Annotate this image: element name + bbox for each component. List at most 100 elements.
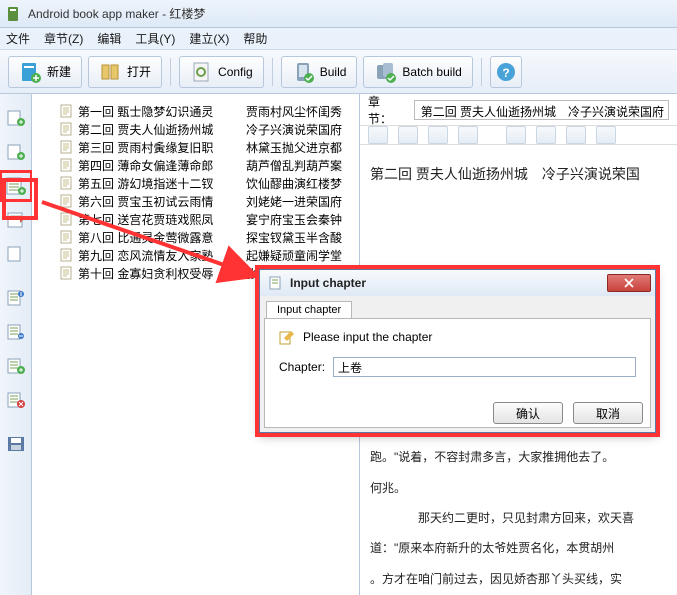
page-icon — [60, 158, 74, 172]
menu-build[interactable]: 建立(X) — [189, 30, 229, 47]
tree-col1: 第二回 贾夫人仙逝扬州城 — [78, 121, 246, 138]
side-tool-6-icon[interactable] — [5, 288, 27, 308]
body-heading: 第二回 贾夫人仙逝扬州城 冷子兴演说荣国 — [370, 163, 667, 187]
page-icon — [60, 140, 74, 154]
open-icon — [99, 61, 121, 83]
close-icon — [624, 278, 634, 288]
tree-col2: 冷子兴演说荣国府 — [246, 121, 342, 138]
side-tool-4-icon[interactable] — [5, 210, 27, 230]
toolbar-separator — [272, 58, 273, 86]
tree-row[interactable]: 第七回 送宫花贾琏戏熙凤宴宁府宝玉会秦钟 — [36, 210, 355, 228]
pencil-icon — [279, 329, 295, 345]
help-button[interactable]: ? — [490, 56, 522, 88]
tree-row[interactable]: 第一回 甄士隐梦幻识通灵贾雨村风尘怀闺秀 — [36, 102, 355, 120]
config-icon — [190, 61, 212, 83]
menu-file[interactable]: 文件 — [6, 30, 30, 47]
side-tool-import-icon[interactable] — [5, 176, 27, 196]
main-toolbar: 新建 打开 Config Build Batch build ? — [0, 50, 677, 94]
new-button[interactable]: 新建 — [8, 56, 82, 88]
tree-col1: 第四回 薄命女偏逢薄命郎 — [78, 157, 246, 174]
tree-row[interactable]: 第二回 贾夫人仙逝扬州城冷子兴演说荣国府 — [36, 120, 355, 138]
config-label: Config — [218, 65, 253, 79]
editor-tool-icon[interactable] — [428, 126, 448, 144]
editor-tool-icon[interactable] — [596, 126, 616, 144]
menubar: 文件 章节(Z) 编辑 工具(Y) 建立(X) 帮助 — [0, 28, 677, 50]
side-toolbar — [0, 94, 32, 595]
side-tool-5-icon[interactable] — [5, 244, 27, 264]
window-titlebar: Android book app maker - 红楼梦 — [0, 0, 677, 28]
tree-col2: 起嫌疑顽童闹学堂 — [246, 247, 342, 264]
side-tool-7-icon[interactable] — [5, 322, 27, 342]
side-tool-2-icon[interactable] — [5, 142, 27, 162]
tree-row[interactable]: 第八回 比通灵金莺微露意探宝钗黛玉半含酸 — [36, 228, 355, 246]
page-icon — [60, 230, 74, 244]
menu-help[interactable]: 帮助 — [243, 30, 267, 47]
side-tool-8-icon[interactable] — [5, 356, 27, 376]
svg-text:?: ? — [502, 66, 509, 80]
build-label: Build — [320, 65, 347, 79]
ok-button[interactable]: 确认 — [493, 402, 563, 424]
page-icon — [60, 104, 74, 118]
batch-label: Batch build — [402, 65, 461, 79]
body-line: 那天约二更时，只见封肃方回来，欢天喜 — [370, 508, 667, 528]
menu-tools[interactable]: 工具(Y) — [135, 30, 175, 47]
body-line: 何兆。 — [370, 478, 667, 498]
tree-row[interactable]: 第六回 贾宝玉初试云雨情刘姥姥一进荣国府 — [36, 192, 355, 210]
config-button[interactable]: Config — [179, 56, 264, 88]
editor-tool-icon[interactable] — [536, 126, 556, 144]
page-icon — [60, 194, 74, 208]
build-button[interactable]: Build — [281, 56, 358, 88]
tree-col2: 林黛玉抛父进京都 — [246, 139, 342, 156]
dialog-close-button[interactable] — [607, 274, 651, 292]
tree-col2: 葫芦僧乱判葫芦案 — [246, 157, 342, 174]
dialog-icon — [268, 275, 284, 291]
tree-row[interactable]: 第三回 贾雨村夤缘复旧职林黛玉抛父进京都 — [36, 138, 355, 156]
dialog-title: Input chapter — [290, 276, 366, 290]
chapter-input[interactable] — [333, 357, 636, 377]
tree-row[interactable]: 第九回 恋风流情友入家塾起嫌疑顽童闹学堂 — [36, 246, 355, 264]
toolbar-separator — [481, 58, 482, 86]
tree-col2: 宴宁府宝玉会秦钟 — [246, 211, 342, 228]
open-button[interactable]: 打开 — [88, 56, 162, 88]
menu-edit[interactable]: 编辑 — [97, 30, 121, 47]
side-tool-9-icon[interactable] — [5, 390, 27, 410]
chapter-label: 章节： — [368, 94, 404, 127]
menu-chapter[interactable]: 章节(Z) — [44, 30, 83, 47]
editor-tool-icon[interactable] — [458, 126, 478, 144]
cancel-button[interactable]: 取消 — [573, 402, 643, 424]
side-tool-save-icon[interactable] — [5, 434, 27, 454]
open-label: 打开 — [127, 63, 151, 80]
dialog-tab[interactable]: Input chapter — [266, 301, 352, 318]
app-icon — [6, 6, 22, 22]
tree-col1: 第七回 送宫花贾琏戏熙凤 — [78, 211, 246, 228]
editor-tool-icon[interactable] — [566, 126, 586, 144]
page-icon — [60, 176, 74, 190]
chapter-field[interactable]: 第二回 贾夫人仙逝扬州城 冷子兴演说荣国府 — [414, 100, 669, 120]
tree-col1: 第八回 比通灵金莺微露意 — [78, 229, 246, 246]
tree-col2: 探宝钗黛玉半含酸 — [246, 229, 342, 246]
tree-row[interactable]: 第四回 薄命女偏逢薄命郎葫芦僧乱判葫芦案 — [36, 156, 355, 174]
input-chapter-dialog: Input chapter Input chapter Please input… — [259, 269, 656, 433]
dialog-titlebar[interactable]: Input chapter — [260, 270, 655, 296]
new-label: 新建 — [47, 63, 71, 80]
editor-tool-icon[interactable] — [506, 126, 526, 144]
tree-col1: 第一回 甄士隐梦幻识通灵 — [78, 103, 246, 120]
editor-tool-icon[interactable] — [368, 126, 388, 144]
tree-col2: 贾雨村风尘怀闺秀 — [246, 103, 342, 120]
side-tool-1-icon[interactable] — [5, 108, 27, 128]
toolbar-separator — [170, 58, 171, 86]
batch-icon — [374, 61, 396, 83]
editor-toolbar — [360, 126, 677, 145]
batch-build-button[interactable]: Batch build — [363, 56, 472, 88]
chapter-bar: 章节： 第二回 贾夫人仙逝扬州城 冷子兴演说荣国府 — [360, 94, 677, 126]
tree-col1: 第十回 金寡妇贪利权受辱 — [78, 265, 246, 282]
body-line: 道："原来本府新升的太爷姓贾名化，本贯胡州 — [370, 538, 667, 558]
help-icon: ? — [495, 61, 517, 83]
dialog-tabs: Input chapter — [260, 296, 655, 318]
build-icon — [292, 61, 314, 83]
tree-col1: 第三回 贾雨村夤缘复旧职 — [78, 139, 246, 156]
tree-col2: 饮仙醪曲演红楼梦 — [246, 175, 342, 192]
editor-tool-icon[interactable] — [398, 126, 418, 144]
tree-row[interactable]: 第五回 游幻境指迷十二钗饮仙醪曲演红楼梦 — [36, 174, 355, 192]
dialog-prompt: Please input the chapter — [303, 330, 432, 344]
